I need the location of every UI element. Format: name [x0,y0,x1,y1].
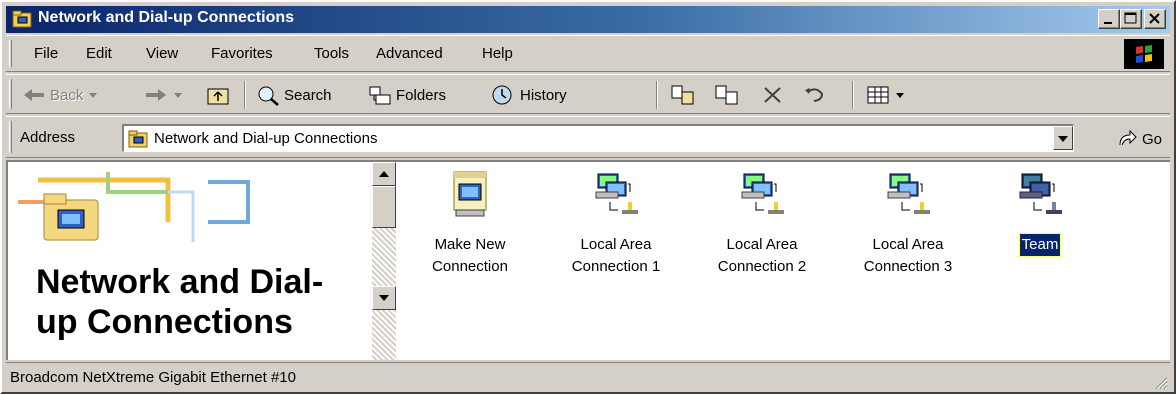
content-area: Network and Dial-up Connections Make New… [6,160,1170,360]
folders-icon [369,86,391,105]
windows-logo-icon [1124,39,1164,69]
history-icon [492,85,512,105]
menu-bar: File Edit View Favorites Tools Advanced … [6,35,1170,72]
search-label: Search [284,86,332,104]
forward-button[interactable] [144,82,184,108]
copy-to-icon [715,85,738,105]
chevron-down-icon [89,93,98,98]
folder-network-icon [128,130,148,148]
address-bar: Address Network and Dial-up Connections … [6,116,1170,158]
undo-icon [805,88,824,102]
addressbar-grip[interactable] [9,121,12,153]
history-label: History [520,86,567,104]
copy-to-button[interactable] [714,82,740,108]
toolbar-separator [656,81,658,109]
info-pane: Network and Dial-up Connections [8,162,372,360]
icon-label: Team [1018,233,1062,257]
address-dropdown-button[interactable] [1053,126,1073,150]
resize-grip-icon[interactable] [1152,374,1168,390]
move-to-button[interactable] [670,82,696,108]
folders-label: Folders [396,86,447,104]
status-text: Broadcom NetXtreme Gigabit Ethernet #10 [10,369,296,386]
folders-button[interactable]: Folders [368,82,446,108]
move-to-icon [671,85,694,105]
window-title: Network and Dial-up Connections [38,9,295,26]
up-folder-icon [207,88,229,105]
go-arrow-icon [1119,129,1137,146]
toolbar-separator [244,81,246,109]
views-grid-icon [867,86,889,104]
icon-label: Local Area Connection 1 [571,236,661,275]
views-button[interactable] [866,82,906,108]
folder-network-icon [12,10,32,28]
scroll-up-button[interactable] [372,162,396,186]
icon-team[interactable]: Team [970,170,1110,257]
explorer-window: Network and Dial-up Connections File Edi… [0,0,1176,394]
menu-advanced[interactable]: Advanced [376,45,443,62]
icon-label: Make New Connection [432,236,508,275]
chevron-down-icon [1058,136,1068,142]
network-connection-icon [595,173,638,214]
info-pane-title: Network and Dial-up Connections [36,263,324,341]
go-label: Go [1141,130,1162,148]
menubar-grip[interactable] [9,40,12,67]
menu-view[interactable]: View [146,45,178,62]
back-arrow-icon [24,89,44,101]
icon-label: Local Area Connection 3 [863,236,953,275]
address-label: Address [20,129,76,146]
network-connection-icon [887,173,930,214]
up-folder-button[interactable] [206,82,230,108]
address-input[interactable]: Network and Dial-up Connections [122,124,1074,152]
minimize-icon [1104,22,1112,24]
network-connection-icon [741,173,784,214]
toolbar-grip[interactable] [9,79,12,109]
network-connection-icon [1019,173,1062,214]
forward-arrow-icon [146,89,166,101]
icon-make-new-connection[interactable]: Make New Connection [400,170,540,278]
history-button[interactable]: History [490,82,567,108]
menu-help[interactable]: Help [482,45,513,62]
make-new-connection-icon [453,171,487,217]
maximize-icon [1124,12,1137,24]
scroll-up-arrow-icon [379,171,389,177]
delete-button[interactable] [760,82,786,108]
icon-local-area-connection-1[interactable]: Local Area Connection 1 [546,170,686,278]
back-label: Back [50,86,84,104]
delete-x-icon [764,87,781,103]
maximize-button[interactable] [1120,9,1142,29]
info-pane-scrollbar[interactable] [372,162,396,360]
menu-file[interactable]: File [34,45,58,62]
scroll-thumb[interactable] [372,186,396,228]
address-value: Network and Dial-up Connections [154,130,378,147]
icon-label: Local Area Connection 2 [717,236,807,275]
search-button[interactable]: Search [256,82,332,108]
menu-favorites[interactable]: Favorites [211,45,273,62]
close-button[interactable] [1144,9,1166,29]
network-folder-icon [43,193,99,241]
title-bar[interactable]: Network and Dial-up Connections [6,6,1170,33]
icon-local-area-connection-3[interactable]: Local Area Connection 3 [838,170,978,278]
undo-button[interactable] [802,82,828,108]
menu-edit[interactable]: Edit [86,45,112,62]
go-button[interactable]: Go [1116,129,1162,149]
chevron-down-icon [896,93,904,98]
search-icon [258,86,279,106]
scroll-down-button[interactable] [372,286,396,310]
standard-toolbar: Back Search Folders History [6,74,1170,114]
close-icon [1149,13,1160,24]
menu-tools[interactable]: Tools [314,45,349,62]
toolbar-separator [852,81,854,109]
status-bar: Broadcom NetXtreme Gigabit Ethernet #10 [6,362,1170,392]
icon-local-area-connection-2[interactable]: Local Area Connection 2 [692,170,832,278]
back-button[interactable]: Back [22,82,99,108]
chevron-down-icon [174,93,182,98]
minimize-button[interactable] [1098,9,1120,29]
scroll-down-arrow-icon [379,295,389,301]
